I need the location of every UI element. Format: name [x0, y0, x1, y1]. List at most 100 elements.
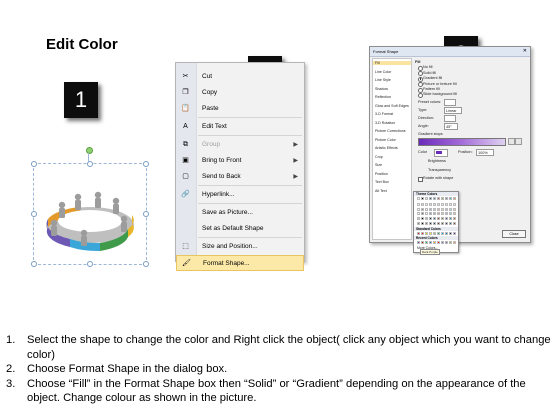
recent-color-swatch[interactable]: [429, 241, 432, 244]
remove-stop-button[interactable]: [515, 138, 522, 145]
context-menu-item[interactable]: ❐ Copy: [176, 85, 304, 101]
standard-color-swatch[interactable]: [429, 232, 432, 235]
theme-color-swatch[interactable]: [417, 207, 420, 211]
theme-color-swatch[interactable]: [437, 207, 440, 211]
theme-color-swatch[interactable]: [425, 202, 428, 206]
theme-color-swatch[interactable]: [421, 202, 424, 206]
theme-color-swatch[interactable]: [425, 197, 428, 200]
theme-color-swatch[interactable]: [449, 202, 452, 206]
theme-color-swatch[interactable]: [441, 212, 444, 216]
theme-color-swatch[interactable]: [429, 207, 432, 211]
recent-color-swatch[interactable]: [445, 241, 448, 244]
theme-color-swatch[interactable]: [445, 212, 448, 216]
theme-color-swatch[interactable]: [449, 212, 452, 216]
theme-color-swatch[interactable]: [437, 197, 440, 200]
theme-color-swatch[interactable]: [445, 197, 448, 200]
nav-item[interactable]: Shadow: [375, 87, 388, 91]
theme-color-swatch[interactable]: [441, 222, 444, 225]
theme-color-swatch[interactable]: [425, 207, 428, 211]
theme-color-swatch[interactable]: [453, 202, 456, 206]
nav-item[interactable]: Line Color: [375, 70, 391, 74]
resize-handle[interactable]: [31, 161, 37, 167]
theme-color-swatch[interactable]: [421, 207, 424, 211]
nav-item[interactable]: Artistic Effects: [375, 146, 398, 150]
theme-color-swatch[interactable]: [433, 197, 436, 200]
theme-color-swatch[interactable]: [453, 222, 456, 225]
theme-color-swatch[interactable]: [437, 202, 440, 206]
theme-color-swatch[interactable]: [433, 207, 436, 211]
nav-item[interactable]: Reflection: [375, 95, 391, 99]
theme-color-swatch[interactable]: [425, 217, 428, 221]
theme-color-swatch[interactable]: [441, 197, 444, 200]
context-menu-item[interactable]: Save as Picture...: [176, 205, 304, 221]
recent-color-swatch[interactable]: [433, 241, 436, 244]
standard-color-swatch[interactable]: [453, 232, 456, 235]
theme-color-swatch[interactable]: [445, 207, 448, 211]
theme-color-swatch[interactable]: [421, 217, 424, 221]
standard-color-swatch[interactable]: [445, 232, 448, 235]
theme-color-swatch[interactable]: [453, 217, 456, 221]
resize-handle[interactable]: [143, 211, 149, 217]
standard-color-swatch[interactable]: [417, 232, 420, 235]
nav-item[interactable]: Picture Corrections: [375, 129, 406, 133]
context-menu-item[interactable]: ▣ Bring to Front ▶: [176, 153, 304, 169]
angle-field[interactable]: 45°: [444, 123, 458, 130]
recent-color-swatch[interactable]: [421, 241, 424, 244]
people-ring-graphic[interactable]: [40, 175, 140, 255]
theme-color-swatch[interactable]: [449, 207, 452, 211]
theme-color-swatch[interactable]: [449, 222, 452, 225]
add-stop-button[interactable]: [508, 138, 515, 145]
context-menu-item[interactable]: Set as Default Shape: [176, 221, 304, 237]
theme-color-swatch[interactable]: [453, 197, 456, 200]
context-menu-item[interactable]: 🖌 Format Shape...: [176, 255, 304, 271]
context-menu-item[interactable]: 🔗 Hyperlink...: [176, 187, 304, 203]
nav-item[interactable]: 3-D Rotation: [375, 121, 395, 125]
nav-item[interactable]: Position: [375, 172, 388, 176]
theme-color-swatch[interactable]: [425, 222, 428, 225]
nav-item[interactable]: Fill: [373, 61, 411, 65]
close-icon[interactable]: ✕: [523, 48, 527, 54]
theme-color-swatch[interactable]: [421, 212, 424, 216]
nav-item[interactable]: 3-D Format: [375, 112, 393, 116]
theme-color-swatch[interactable]: [417, 212, 420, 216]
theme-color-swatch[interactable]: [437, 222, 440, 225]
theme-color-swatch[interactable]: [417, 202, 420, 206]
standard-color-swatch[interactable]: [425, 232, 428, 235]
theme-color-swatch[interactable]: [421, 197, 424, 200]
recent-color-swatch[interactable]: [449, 241, 452, 244]
gradient-stops-bar[interactable]: [418, 138, 506, 146]
recent-color-swatch[interactable]: [453, 241, 456, 244]
recent-color-swatch[interactable]: [417, 241, 420, 244]
theme-color-swatch[interactable]: [441, 202, 444, 206]
theme-color-swatch[interactable]: [429, 197, 432, 200]
theme-color-swatch[interactable]: [449, 217, 452, 221]
nav-item[interactable]: Size: [375, 163, 382, 167]
theme-color-swatch[interactable]: [417, 197, 420, 200]
theme-color-swatch[interactable]: [429, 217, 432, 221]
standard-color-swatch[interactable]: [441, 232, 444, 235]
theme-color-swatch[interactable]: [433, 222, 436, 225]
theme-color-swatch[interactable]: [417, 222, 420, 225]
standard-color-swatch[interactable]: [421, 232, 424, 235]
context-menu-item[interactable]: ⬚ Size and Position...: [176, 239, 304, 255]
color-picker-button[interactable]: [434, 149, 448, 157]
theme-color-swatch[interactable]: [437, 212, 440, 216]
theme-color-swatch[interactable]: [453, 212, 456, 216]
context-menu-item[interactable]: 📋 Paste: [176, 101, 304, 117]
resize-handle[interactable]: [31, 261, 37, 267]
resize-handle[interactable]: [87, 261, 93, 267]
recent-color-swatch[interactable]: [437, 241, 440, 244]
position-field[interactable]: 100%: [476, 149, 494, 156]
theme-color-swatch[interactable]: [445, 222, 448, 225]
theme-color-swatch[interactable]: [429, 212, 432, 216]
theme-color-swatch[interactable]: [453, 207, 456, 211]
theme-color-swatch[interactable]: [441, 207, 444, 211]
theme-color-swatch[interactable]: [433, 217, 436, 221]
standard-color-swatch[interactable]: [437, 232, 440, 235]
theme-color-swatch[interactable]: [425, 212, 428, 216]
theme-color-swatch[interactable]: [433, 212, 436, 216]
nav-item[interactable]: Line Style: [375, 78, 391, 82]
theme-color-swatch[interactable]: [417, 217, 420, 221]
direction-dropdown[interactable]: [444, 115, 456, 122]
close-button[interactable]: Close: [502, 230, 526, 238]
